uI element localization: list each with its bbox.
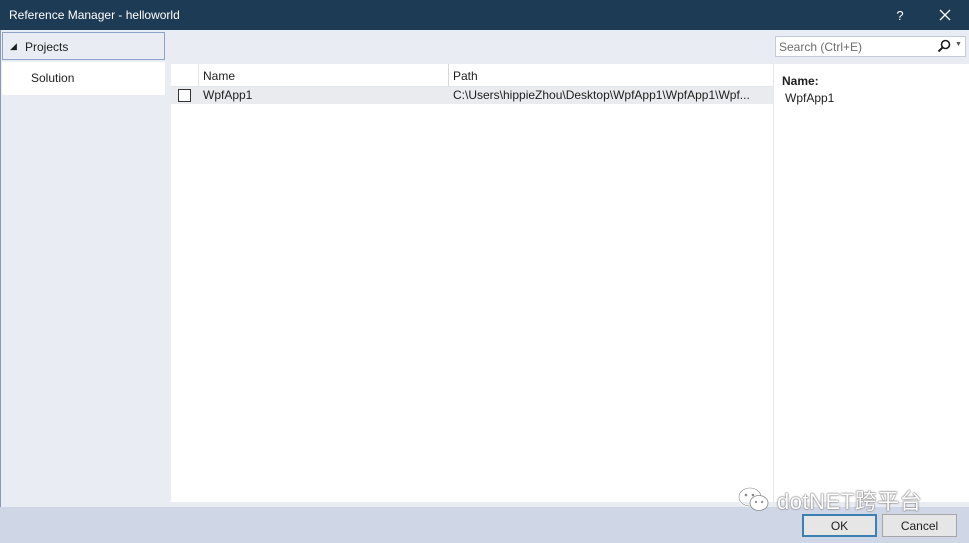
close-icon: [939, 9, 951, 21]
cancel-button[interactable]: Cancel: [882, 514, 957, 537]
column-header-name[interactable]: Name: [199, 64, 449, 86]
row-name: WpfApp1: [203, 88, 253, 102]
search-box[interactable]: ▼: [775, 36, 966, 57]
reference-list: Name Path WpfApp1 C:\Users\hippieZhou\De…: [171, 64, 773, 502]
search-icon[interactable]: [937, 39, 951, 53]
table-row[interactable]: WpfApp1 C:\Users\hippieZhou\Desktop\WpfA…: [171, 87, 773, 104]
row-checkbox[interactable]: [178, 89, 191, 102]
wechat-icon: [737, 486, 769, 511]
list-header: Name Path: [171, 64, 773, 87]
column-header-path-label: Path: [453, 69, 478, 83]
detail-panel: Name: WpfApp1: [773, 64, 969, 502]
watermark-text: dotNET跨平台: [777, 489, 923, 514]
nav-projects-label: Projects: [25, 40, 69, 54]
row-path: C:\Users\hippieZhou\Desktop\WpfApp1\WpfA…: [453, 88, 750, 102]
detail-name-value: WpfApp1: [785, 91, 835, 105]
nav-item-projects[interactable]: ◢ Projects: [2, 32, 165, 60]
search-input[interactable]: [779, 39, 929, 54]
nav-solution-label: Solution: [31, 71, 75, 85]
title-bar: Reference Manager - helloworld ?: [0, 0, 969, 30]
nav-item-solution[interactable]: Solution: [2, 62, 165, 95]
close-button[interactable]: [928, 0, 962, 30]
column-header-name-label: Name: [203, 69, 236, 83]
ok-button[interactable]: OK: [802, 514, 877, 537]
header-check-column: [171, 64, 199, 86]
window-title: Reference Manager - helloworld: [9, 8, 180, 22]
column-header-path[interactable]: Path: [449, 64, 773, 86]
help-icon: ?: [896, 7, 904, 23]
dropdown-arrow-icon[interactable]: ▼: [955, 41, 962, 48]
detail-name-label: Name:: [782, 74, 819, 88]
watermark: dotNET跨平台: [737, 485, 922, 515]
expand-triangle-icon[interactable]: ◢: [10, 41, 17, 52]
help-button[interactable]: ?: [883, 0, 917, 30]
